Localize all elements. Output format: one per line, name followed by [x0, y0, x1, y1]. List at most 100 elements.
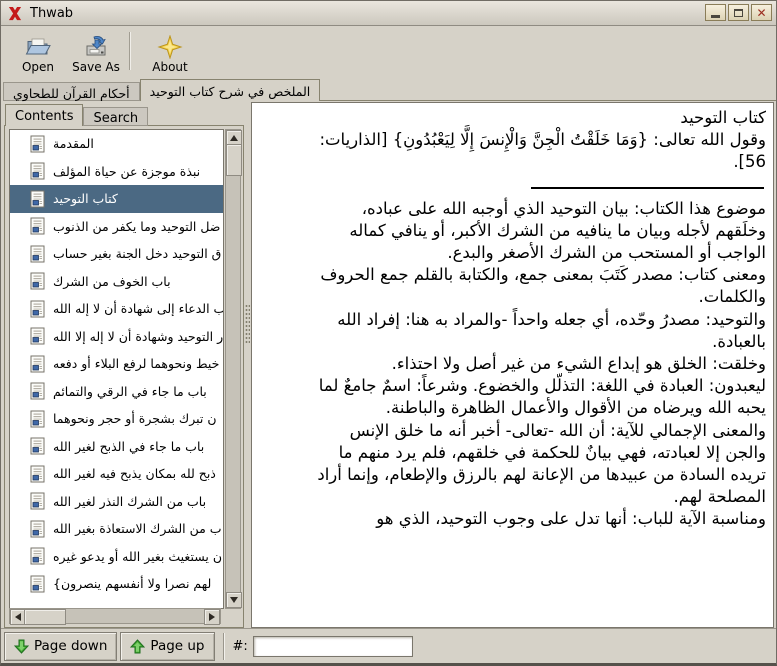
- tree-row[interactable]: ذبح لله بمكان يذبح فيه لغير الله: [10, 460, 223, 488]
- tree-row[interactable]: ق التوحيد دخل الجنة بغير حساب: [10, 240, 223, 268]
- content-line: والتوحيد: مصدرُ وحّده، أي جعله واحداً -و…: [256, 309, 766, 331]
- tree-row[interactable]: كتاب التوحيد: [10, 185, 223, 213]
- content-line: 56].: [256, 151, 766, 173]
- save-as-button[interactable]: Save As: [67, 28, 125, 74]
- tree-row-label: باب من الشرك النذر لغير الله: [53, 494, 206, 509]
- content-line: وخلقت: الخلق هو إبداع الشيء من غير أصل و…: [256, 353, 766, 375]
- page-down-button[interactable]: Page down: [4, 632, 117, 661]
- tree-row[interactable]: لهم نصرا ولا أنفسهم ينصرون}: [10, 570, 223, 598]
- content-line: موضوع هذا الكتاب: بيان التوحيد الذي أوجب…: [256, 198, 766, 220]
- tree-row[interactable]: ن يستغيث بغير الله أو يدعو غيره: [10, 543, 223, 571]
- page-icon: [30, 520, 45, 538]
- open-button[interactable]: Open: [9, 28, 67, 74]
- book-tab[interactable]: أحكام القرآن للطحاوي: [3, 82, 140, 101]
- page-icon: [30, 300, 45, 318]
- minimize-button[interactable]: [705, 4, 726, 21]
- page-icon: [30, 547, 45, 565]
- about-star-icon: [157, 35, 183, 59]
- page-icon: [30, 492, 45, 510]
- close-button[interactable]: ✕: [751, 4, 772, 21]
- content-line: ومناسبة الآية للباب: أنها تدل على وجوب ا…: [256, 508, 766, 530]
- save-as-icon: [83, 35, 109, 59]
- tree-row[interactable]: ب من الشرك الاستعاذة بغير الله: [10, 515, 223, 543]
- content-line: كتاب التوحيد: [256, 107, 766, 129]
- bottom-bar-separator: [223, 633, 225, 660]
- about-button[interactable]: About: [141, 28, 199, 74]
- app-window: Thwab ✕ Open Save As: [0, 0, 777, 666]
- tree-row[interactable]: ب الدعاء إلى شهادة أن لا إله الله: [10, 295, 223, 323]
- tree-row-label: ب من الشرك الاستعاذة بغير الله: [53, 521, 222, 536]
- green-down-arrow-icon: [14, 639, 29, 654]
- page-down-label: Page down: [34, 638, 107, 654]
- up-arrow-icon: [230, 135, 238, 141]
- maximize-button[interactable]: [728, 4, 749, 21]
- sidebar-vertical-scrollbar[interactable]: [225, 129, 241, 609]
- titlebar[interactable]: Thwab ✕: [1, 1, 776, 26]
- page-icon: [30, 465, 45, 483]
- content-line: والكلمات.: [256, 286, 766, 308]
- tree-row-label: باب ما جاء في الرقي والتمائم: [53, 384, 207, 399]
- open-folder-icon: [25, 35, 51, 59]
- content-line: والجن إلا لعبادته، فهي بيانٌ للحكمة في خ…: [256, 442, 766, 464]
- goto-page-input[interactable]: [253, 636, 413, 657]
- maximize-icon: [734, 9, 743, 17]
- sidebar-tab[interactable]: Search: [83, 107, 148, 126]
- vertical-scroll-thumb[interactable]: [226, 144, 242, 176]
- contents-tree: المقدمة نبذة: [9, 129, 224, 609]
- page-icon: [30, 355, 45, 373]
- horizontal-scroll-thumb[interactable]: [24, 609, 66, 625]
- content-textview[interactable]: كتاب التوحيدوقول الله تعالى: {وَمَا خَلَ…: [251, 102, 774, 628]
- close-icon: ✕: [756, 7, 766, 19]
- page-icon: [30, 135, 45, 153]
- down-arrow-icon: [230, 597, 238, 603]
- content-line: وخلَقهم لأجله وبيان ما ينافيه من الشرك ا…: [256, 220, 766, 242]
- content-line: بالعبادة.: [256, 331, 766, 353]
- page-icon: [30, 327, 45, 345]
- scroll-down-button[interactable]: [226, 592, 242, 608]
- tree-row-label: لهم نصرا ولا أنفسهم ينصرون}: [53, 576, 211, 591]
- sidebar-panel: المقدمة نبذة: [4, 125, 244, 628]
- content-separator: [531, 187, 764, 189]
- content-line: وقول الله تعالى: {وَمَا خَلَقْتُ الْجِنَ…: [256, 129, 766, 151]
- splitter-grip-icon: [245, 304, 250, 344]
- page-icon: [30, 245, 45, 263]
- content-line: ومعنى كتاب: مصدر كَتَبَ بمعنى جمع، والكت…: [256, 264, 766, 286]
- content-line: ليعبدون: العبادة في اللغة: التذلّل والخض…: [256, 375, 766, 397]
- scroll-right-button[interactable]: [204, 609, 220, 625]
- save-as-label: Save As: [72, 60, 120, 74]
- page-icon: [30, 575, 45, 593]
- tree-row[interactable]: ر التوحيد وشهادة أن لا إله إلا الله: [10, 323, 223, 351]
- tree-row-label: باب ما جاء في الذبح لغير الله: [53, 439, 204, 454]
- tree-row[interactable]: باب ما جاء في الذبح لغير الله: [10, 433, 223, 461]
- tree-row-label: ذبح لله بمكان يذبح فيه لغير الله: [53, 466, 216, 481]
- tree-row[interactable]: ن تبرك بشجرة أو حجر ونحوهما: [10, 405, 223, 433]
- window-buttons: ✕: [705, 4, 772, 21]
- page-icon: [30, 382, 45, 400]
- tree-row[interactable]: خيط ونحوهما لرفع البلاء أو دفعه: [10, 350, 223, 378]
- tree-row[interactable]: باب الخوف من الشرك: [10, 268, 223, 296]
- content-line: والمعنى الإجمالي للآية: أن الله -تعالى- …: [256, 420, 766, 442]
- tree-row[interactable]: المقدمة: [10, 130, 223, 158]
- tree-row-label: ر التوحيد وشهادة أن لا إله إلا الله: [53, 329, 223, 344]
- page-up-button[interactable]: Page up: [120, 632, 214, 661]
- tree-row-label: كتاب التوحيد: [53, 191, 118, 206]
- bottom-bar: Page down Page up #:: [1, 628, 776, 663]
- left-arrow-icon: [15, 613, 21, 621]
- tree-row-label: باب الخوف من الشرك: [53, 274, 171, 289]
- book-tab[interactable]: الملخص في شرح كتاب التوحيد: [140, 79, 321, 101]
- tree-row[interactable]: نبذة موجزة عن حياة المؤلف: [10, 158, 223, 186]
- tree-row[interactable]: باب من الشرك النذر لغير الله: [10, 488, 223, 516]
- content-body-block: موضوع هذا الكتاب: بيان التوحيد الذي أوجب…: [256, 198, 766, 531]
- sidebar-horizontal-scrollbar[interactable]: [9, 608, 221, 624]
- sidebar-tab[interactable]: Contents: [5, 104, 83, 126]
- tree-row-label: ن يستغيث بغير الله أو يدعو غيره: [53, 549, 222, 564]
- tree-row[interactable]: باب ما جاء في الرقي والتمائم: [10, 378, 223, 406]
- toolbar-separator: [129, 32, 131, 70]
- tree-row-label: نبذة موجزة عن حياة المؤلف: [53, 164, 200, 179]
- goto-page-label: #:: [233, 639, 248, 654]
- pane-splitter[interactable]: [244, 104, 251, 628]
- tree-row-label: المقدمة: [53, 136, 94, 151]
- tree-row[interactable]: ضل التوحيد وما يكفر من الذنوب: [10, 213, 223, 241]
- content-line: المصلحة لهم.: [256, 486, 766, 508]
- open-label: Open: [22, 60, 54, 74]
